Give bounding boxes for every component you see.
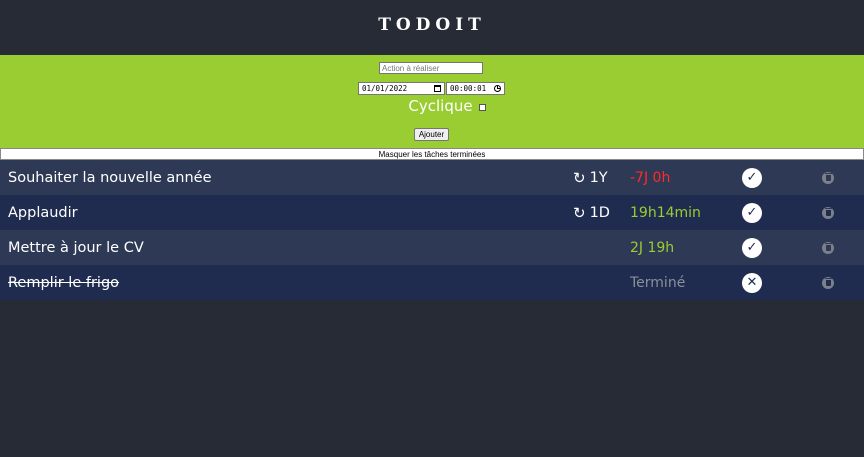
time-value: 00:00:01 [450, 84, 487, 93]
repeat-icon: ↻ [573, 168, 586, 187]
add-button[interactable]: Ajouter [414, 128, 449, 141]
clock-icon[interactable] [494, 85, 501, 92]
trash-icon[interactable] [822, 206, 834, 219]
cyclique-row: Cyclique [0, 97, 864, 115]
task-cycle: ↻ 1D [573, 204, 610, 222]
date-value: 01/01/2022 [362, 84, 408, 93]
task-remaining: Terminé [630, 274, 686, 291]
time-field[interactable]: 00:00:01 [446, 82, 505, 95]
hide-done-button[interactable]: Masquer les tâches terminées [0, 148, 864, 160]
check-icon[interactable]: ✓ [742, 202, 762, 223]
task-remaining: -7J 0h [630, 169, 671, 186]
app-title: TODOIT [378, 14, 486, 35]
add-task-form: 01/01/2022 00:00:01 Cyclique Ajouter [0, 55, 864, 148]
check-icon[interactable]: ✓ [742, 167, 762, 188]
trash-icon[interactable] [822, 276, 834, 289]
task-cycle-value: 1D [589, 204, 610, 221]
task-row: Mettre à jour le CV 2J 19h ✓ [0, 230, 864, 265]
task-name: Souhaiter la nouvelle année [8, 169, 212, 186]
task-list: Souhaiter la nouvelle année ↻ 1Y -7J 0h … [0, 160, 864, 300]
trash-icon[interactable] [822, 171, 834, 184]
repeat-icon: ↻ [573, 203, 586, 222]
task-cycle: ↻ 1Y [573, 169, 608, 187]
action-input[interactable] [379, 62, 483, 74]
task-row: Applaudir ↻ 1D 19h14min ✓ [0, 195, 864, 230]
cyclique-label: Cyclique [408, 97, 473, 115]
task-name: Mettre à jour le CV [8, 239, 144, 256]
task-name: Remplir le frigo [8, 274, 120, 291]
task-remaining: 19h14min [630, 204, 701, 221]
task-row: Souhaiter la nouvelle année ↻ 1Y -7J 0h … [0, 160, 864, 195]
calendar-icon[interactable] [434, 85, 441, 92]
app-header: TODOIT [0, 0, 864, 55]
task-row: Remplir le frigo Terminé ✕ [0, 265, 864, 300]
trash-icon[interactable] [822, 241, 834, 254]
close-icon[interactable]: ✕ [742, 272, 762, 293]
cyclique-checkbox[interactable] [478, 104, 486, 111]
task-cycle-value: 1Y [589, 169, 608, 186]
check-icon[interactable]: ✓ [742, 237, 762, 258]
task-remaining: 2J 19h [630, 239, 675, 256]
task-name: Applaudir [8, 204, 78, 221]
date-field[interactable]: 01/01/2022 [358, 82, 445, 95]
